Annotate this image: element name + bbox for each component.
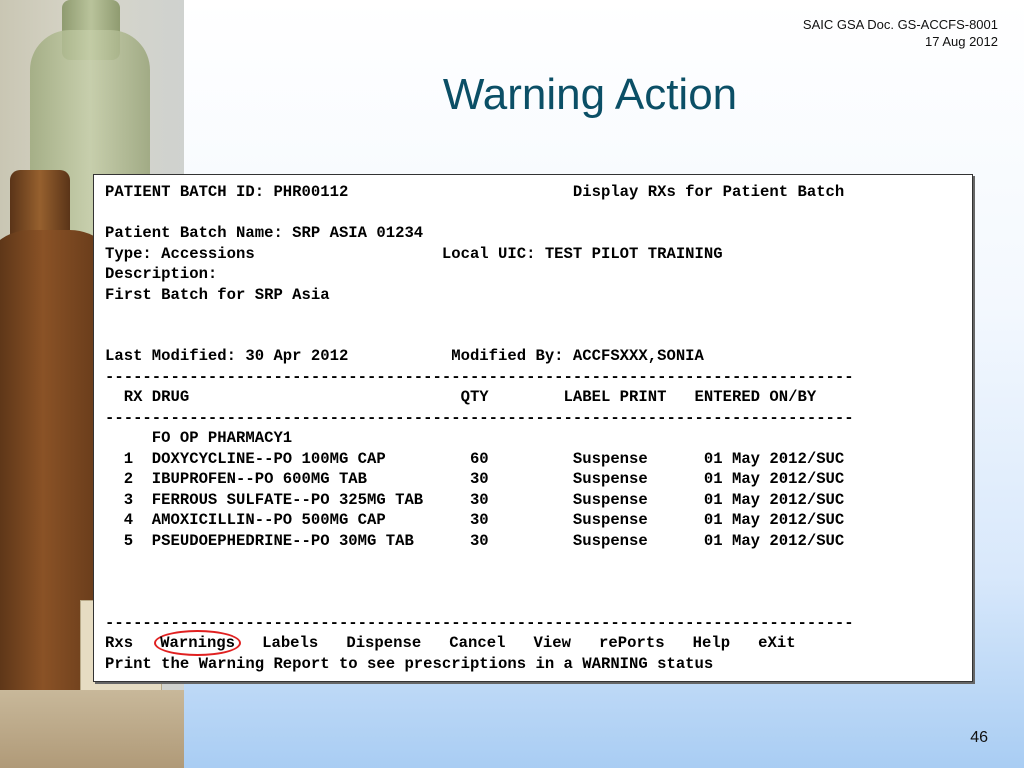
menu-rxs[interactable]: Rxs (105, 634, 133, 652)
menu-cancel[interactable]: Cancel (449, 634, 505, 652)
table-row[interactable]: 4 AMOXICILLIN--PO 500MG CAP 30 Suspense … (105, 510, 854, 531)
menu-labels[interactable]: Labels (262, 634, 318, 652)
menu-help[interactable]: Help (693, 634, 730, 652)
page-number: 46 (970, 729, 988, 746)
terminal-text: PATIENT BATCH ID: PHR00112 Display RXs f… (105, 182, 854, 674)
menu-dispense[interactable]: Dispense (346, 634, 421, 652)
bottle-base (0, 690, 184, 768)
doc-ref-date: 17 Aug 2012 (924, 34, 998, 49)
divider-bottom: ----------------------------------------… (105, 613, 854, 632)
type-line: Type: Accessions Local UIC: TEST PILOT T… (105, 244, 723, 263)
doc-ref-number: SAIC GSA Doc. GS-ACCFS-8001 (802, 17, 998, 32)
table-row[interactable]: 3 FERROUS SULFATE--PO 325MG TAB 30 Suspe… (105, 490, 854, 511)
terminal-screen: PATIENT BATCH ID: PHR00112 Display RXs f… (93, 174, 973, 682)
status-message: Print the Warning Report to see prescrip… (105, 654, 714, 673)
description-label: Description: (105, 265, 218, 283)
slide-title: Warning Action (442, 70, 738, 119)
menu-reports[interactable]: rePorts (599, 634, 665, 652)
menu-exit[interactable]: eXit (758, 634, 795, 652)
batch-name-line: Patient Batch Name: SRP ASIA 01234 (105, 224, 424, 242)
action-menu: Rxs Warnings Labels Dispense Cancel View… (105, 630, 854, 656)
batch-id-line: PATIENT BATCH ID: PHR00112 Display RXs f… (105, 183, 845, 201)
table-row[interactable]: 1 DOXYCYCLINE--PO 100MG CAP 60 Suspense … (105, 449, 854, 470)
divider-header: ----------------------------------------… (105, 408, 854, 427)
divider-top: ----------------------------------------… (105, 367, 854, 386)
menu-warnings[interactable]: Warnings (154, 630, 242, 656)
pharmacy-line: FO OP PHARMACY1 (105, 429, 293, 447)
column-header: RX DRUG QTY LABEL PRINT ENTERED ON/BY (105, 388, 817, 406)
document-reference: SAIC GSA Doc. GS-ACCFS-8001 17 Aug 2012 (803, 16, 998, 50)
table-row[interactable]: 2 IBUPROFEN--PO 600MG TAB 30 Suspense 01… (105, 469, 854, 490)
table-row[interactable]: 5 PSEUDOEPHEDRINE--PO 30MG TAB 30 Suspen… (105, 531, 854, 552)
description-value: First Batch for SRP Asia (105, 285, 330, 304)
last-modified-line: Last Modified: 30 Apr 2012 Modified By: … (105, 347, 704, 365)
menu-view[interactable]: View (534, 634, 571, 652)
